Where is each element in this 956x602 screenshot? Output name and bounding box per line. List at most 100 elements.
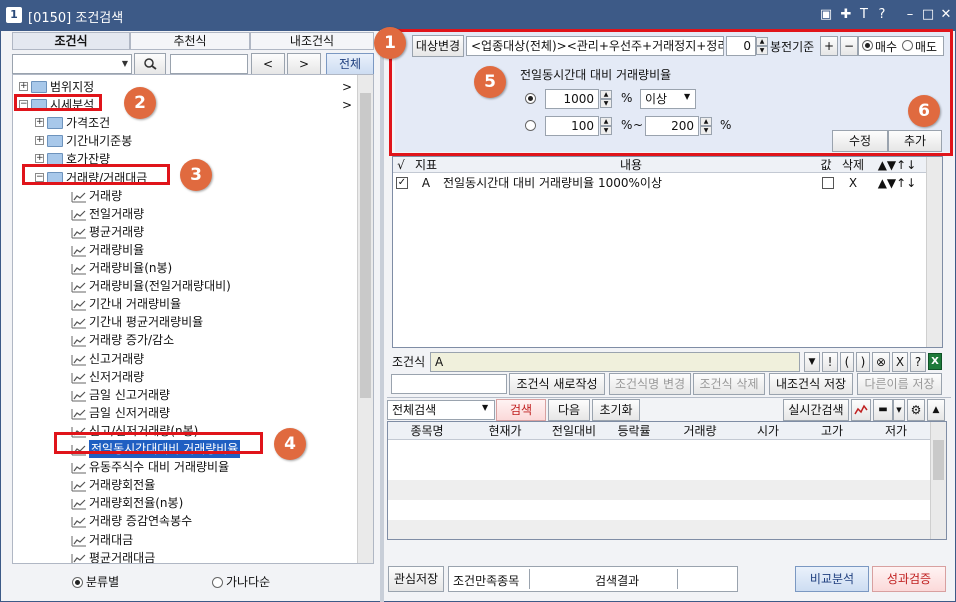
formula-open-paren-button[interactable]: ( (840, 352, 854, 372)
tree-item[interactable]: 거래량 (13, 187, 355, 205)
expand-icon[interactable]: + (35, 154, 44, 164)
formula-close-paren-button[interactable]: ) (856, 352, 870, 372)
tree-scroll-thumb[interactable] (360, 93, 371, 398)
search-scope-dropdown-icon[interactable]: ▼ (482, 403, 488, 412)
sort-alpha-radio[interactable] (212, 577, 223, 588)
dropdown-icon[interactable]: ▼ (119, 56, 131, 72)
settings-icon[interactable]: ⚙ (907, 399, 925, 421)
results-scroll-thumb[interactable] (933, 440, 944, 480)
submenu-arrow-icon[interactable]: > (342, 78, 352, 96)
tab-my-condition[interactable]: 내조건식 (250, 32, 374, 50)
tree-item[interactable]: 금일 신저거래량 (13, 404, 355, 422)
col-change: 전일대비 (551, 424, 597, 438)
next-button[interactable]: > (287, 53, 321, 75)
save-my-formula-button[interactable]: 내조건식 저장 (769, 373, 853, 395)
layout-icon[interactable]: ▣ (818, 6, 834, 24)
formula-help-button[interactable]: ? (910, 352, 926, 372)
col-check: √ (397, 158, 405, 172)
tree-item[interactable]: 금일 신고거래량 (13, 386, 355, 404)
condition-row-value-checkbox[interactable] (822, 177, 834, 189)
excel-icon[interactable]: X (928, 353, 942, 370)
formula-input[interactable]: A (430, 352, 800, 372)
tree-folder[interactable]: + 기간내기준봉 (13, 132, 355, 150)
expand-icon[interactable]: + (35, 136, 44, 146)
results-table: 종목명 현재가 전일대비 등락률 거래량 시가 고가 저가 (387, 421, 947, 540)
rename-formula-button[interactable]: 조건식명 변경 (609, 373, 691, 395)
tree-item[interactable]: 거래량회전율(n봉) (13, 494, 355, 512)
tree-folder[interactable]: + 가격조건 (13, 114, 355, 132)
search-next-button[interactable]: 다음 (548, 399, 590, 421)
tree-item[interactable]: 거래대금 (13, 531, 355, 549)
tree-item[interactable]: 거래량회전율 (13, 476, 355, 494)
sort-category-radio[interactable] (72, 577, 83, 588)
expand-icon[interactable]: + (35, 118, 44, 128)
col-low: 저가 (884, 424, 908, 438)
submenu-arrow-icon[interactable]: > (342, 96, 352, 114)
tree-item[interactable]: 거래량 증가/감소 (13, 331, 355, 349)
tree-item[interactable]: 신고거래량 (13, 350, 355, 368)
tree-item[interactable]: 거래량 증감연속봉수 (13, 512, 355, 530)
condition-row-delete[interactable]: X (835, 174, 871, 192)
font-icon[interactable]: T (856, 6, 872, 24)
reset-button[interactable]: 초기화 (592, 399, 640, 421)
compare-analysis-button[interactable]: 비교분석 (795, 566, 869, 592)
collapse-icon[interactable]: ▲ (927, 399, 945, 421)
formula-name-input[interactable] (391, 374, 507, 394)
col-stock-name: 종목명 (410, 424, 444, 438)
formula-dropdown-button[interactable]: ▼ (804, 352, 820, 372)
indicator-chart-icon (71, 226, 87, 239)
save-as-button[interactable]: 다른이름 저장 (857, 373, 942, 395)
tree-item[interactable]: 기간내 평균거래량비율 (13, 313, 355, 331)
save-interest-button[interactable]: 관심저장 (388, 566, 444, 592)
search-text-field[interactable] (170, 54, 248, 74)
condition-row[interactable]: ✓ A 전일동시간대 대비 거래량비율 1000%이상 X ▲▼↑↓ (393, 174, 923, 192)
performance-button[interactable]: 성과검증 (872, 566, 946, 592)
formula-not-button[interactable]: ! (822, 352, 838, 372)
view-mode-dropdown-icon[interactable]: ▼ (893, 399, 905, 421)
all-button[interactable]: 전체 (326, 53, 374, 75)
tree-item[interactable]: 평균거래대금 (13, 549, 355, 563)
search-input[interactable] (12, 54, 132, 74)
splitter[interactable] (380, 30, 384, 602)
tree-scrollbar[interactable] (357, 75, 373, 563)
close-icon[interactable]: ✕ (938, 6, 954, 24)
indicator-chart-icon (71, 534, 87, 546)
maximize-icon[interactable]: □ (920, 6, 936, 24)
tree-item[interactable]: 전일거래량 (13, 205, 355, 223)
chart-icon[interactable] (851, 399, 871, 421)
search-button[interactable] (134, 53, 166, 75)
condition-table-scrollbar[interactable] (926, 157, 942, 347)
indicator-chart-icon (71, 515, 87, 528)
col-high: 고가 (820, 424, 844, 438)
indicator-chart-icon (71, 316, 87, 329)
expand-icon[interactable]: + (19, 82, 28, 91)
results-scrollbar[interactable] (930, 422, 946, 539)
realtime-search-button[interactable]: 실시간검색 (783, 399, 849, 421)
search-icon (144, 58, 157, 70)
view-mode-icon[interactable]: ▬ (873, 399, 893, 421)
app-icon: 1 (6, 7, 22, 23)
pin-icon[interactable]: ✚ (838, 6, 854, 24)
search-scope-select[interactable]: 전체검색 (387, 400, 495, 420)
search-run-button[interactable]: 검색 (496, 399, 546, 421)
tree-item[interactable]: 평균거래량 (13, 223, 355, 241)
tree-item[interactable]: 신저거래량 (13, 368, 355, 386)
tree-item[interactable]: 거래량비율(전일거래량대비) (13, 277, 355, 295)
new-formula-button[interactable]: 조건식 새로작성 (509, 373, 605, 395)
help-icon[interactable]: ? (874, 6, 890, 24)
tree-item-label: 거래량 증가/감소 (89, 333, 175, 348)
tree-item[interactable]: 유동주식수 대비 거래량비율 (13, 458, 355, 476)
condition-table: √ 지표 내용 값 삭제 ▲▼↑↓ ✓ A 전일동시간대 대비 거래량비율 10… (392, 156, 943, 348)
tree-item[interactable]: 기간내 거래량비율 (13, 295, 355, 313)
prev-button[interactable]: < (251, 53, 285, 75)
condition-row-move[interactable]: ▲▼↑↓ (871, 174, 923, 192)
tree-item[interactable]: 거래량비율 (13, 241, 355, 259)
formula-clear-button[interactable]: X (892, 352, 908, 372)
formula-xor-button[interactable]: ⊗ (872, 352, 890, 372)
condition-row-checkbox[interactable]: ✓ (396, 177, 408, 189)
tree-item[interactable]: 거래량비율(n봉) (13, 259, 355, 277)
delete-formula-button[interactable]: 조건식 삭제 (693, 373, 765, 395)
tab-recommend[interactable]: 추천식 (130, 32, 250, 50)
tab-condition[interactable]: 조건식 (12, 32, 130, 50)
minimize-icon[interactable]: – (902, 6, 918, 24)
